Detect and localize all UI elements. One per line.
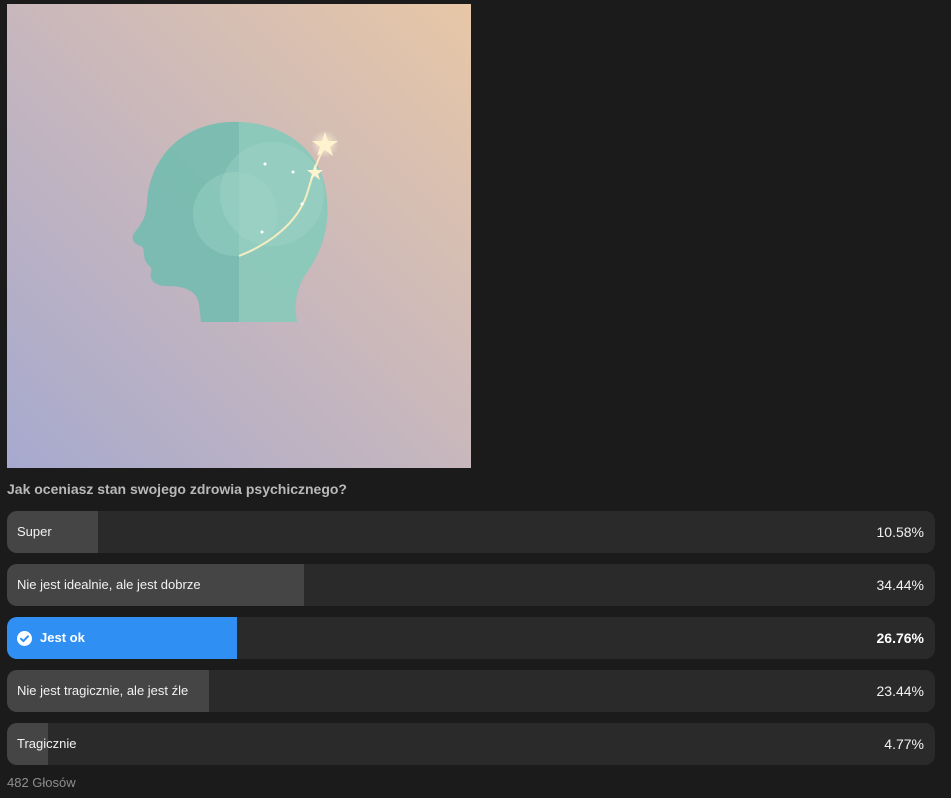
poll-question: Jak oceniasz stan swojego zdrowia psychi… (7, 481, 347, 497)
poll-option-super[interactable]: Super 10.58% (7, 511, 935, 553)
poll-option-percent: 10.58% (876, 524, 924, 540)
poll-option-label: Jest ok (40, 630, 85, 645)
poll-option-nie-jest-tragicznie[interactable]: Nie jest tragicznie, ale jest źle 23.44% (7, 670, 935, 712)
poll-option-label: Nie jest idealnie, ale jest dobrze (17, 577, 201, 592)
poll-option-label: Nie jest tragicznie, ale jest źle (17, 683, 189, 698)
poll-option-tragicznie[interactable]: Tragicznie 4.77% (7, 723, 935, 765)
poll-option-nie-jest-idealnie[interactable]: Nie jest idealnie, ale jest dobrze 34.44… (7, 564, 935, 606)
poll-option-jest-ok[interactable]: Jest ok 26.76% (7, 617, 935, 659)
poll-options: Super 10.58% Nie jest idealnie, ale jest… (7, 511, 935, 776)
check-circle-icon (17, 630, 32, 646)
vote-count: 482 Głosów (7, 775, 76, 790)
poll-option-percent: 26.76% (876, 630, 924, 646)
poll-image (7, 4, 471, 468)
poll-option-percent: 34.44% (876, 577, 924, 593)
poll-option-percent: 23.44% (876, 683, 924, 699)
poll-option-percent: 4.77% (884, 736, 924, 752)
poll-option-label: Super (17, 524, 52, 539)
poll-widget: Jak oceniasz stan swojego zdrowia psychi… (0, 0, 951, 798)
head-illustration-image (7, 4, 471, 468)
poll-option-label: Tragicznie (17, 736, 77, 751)
